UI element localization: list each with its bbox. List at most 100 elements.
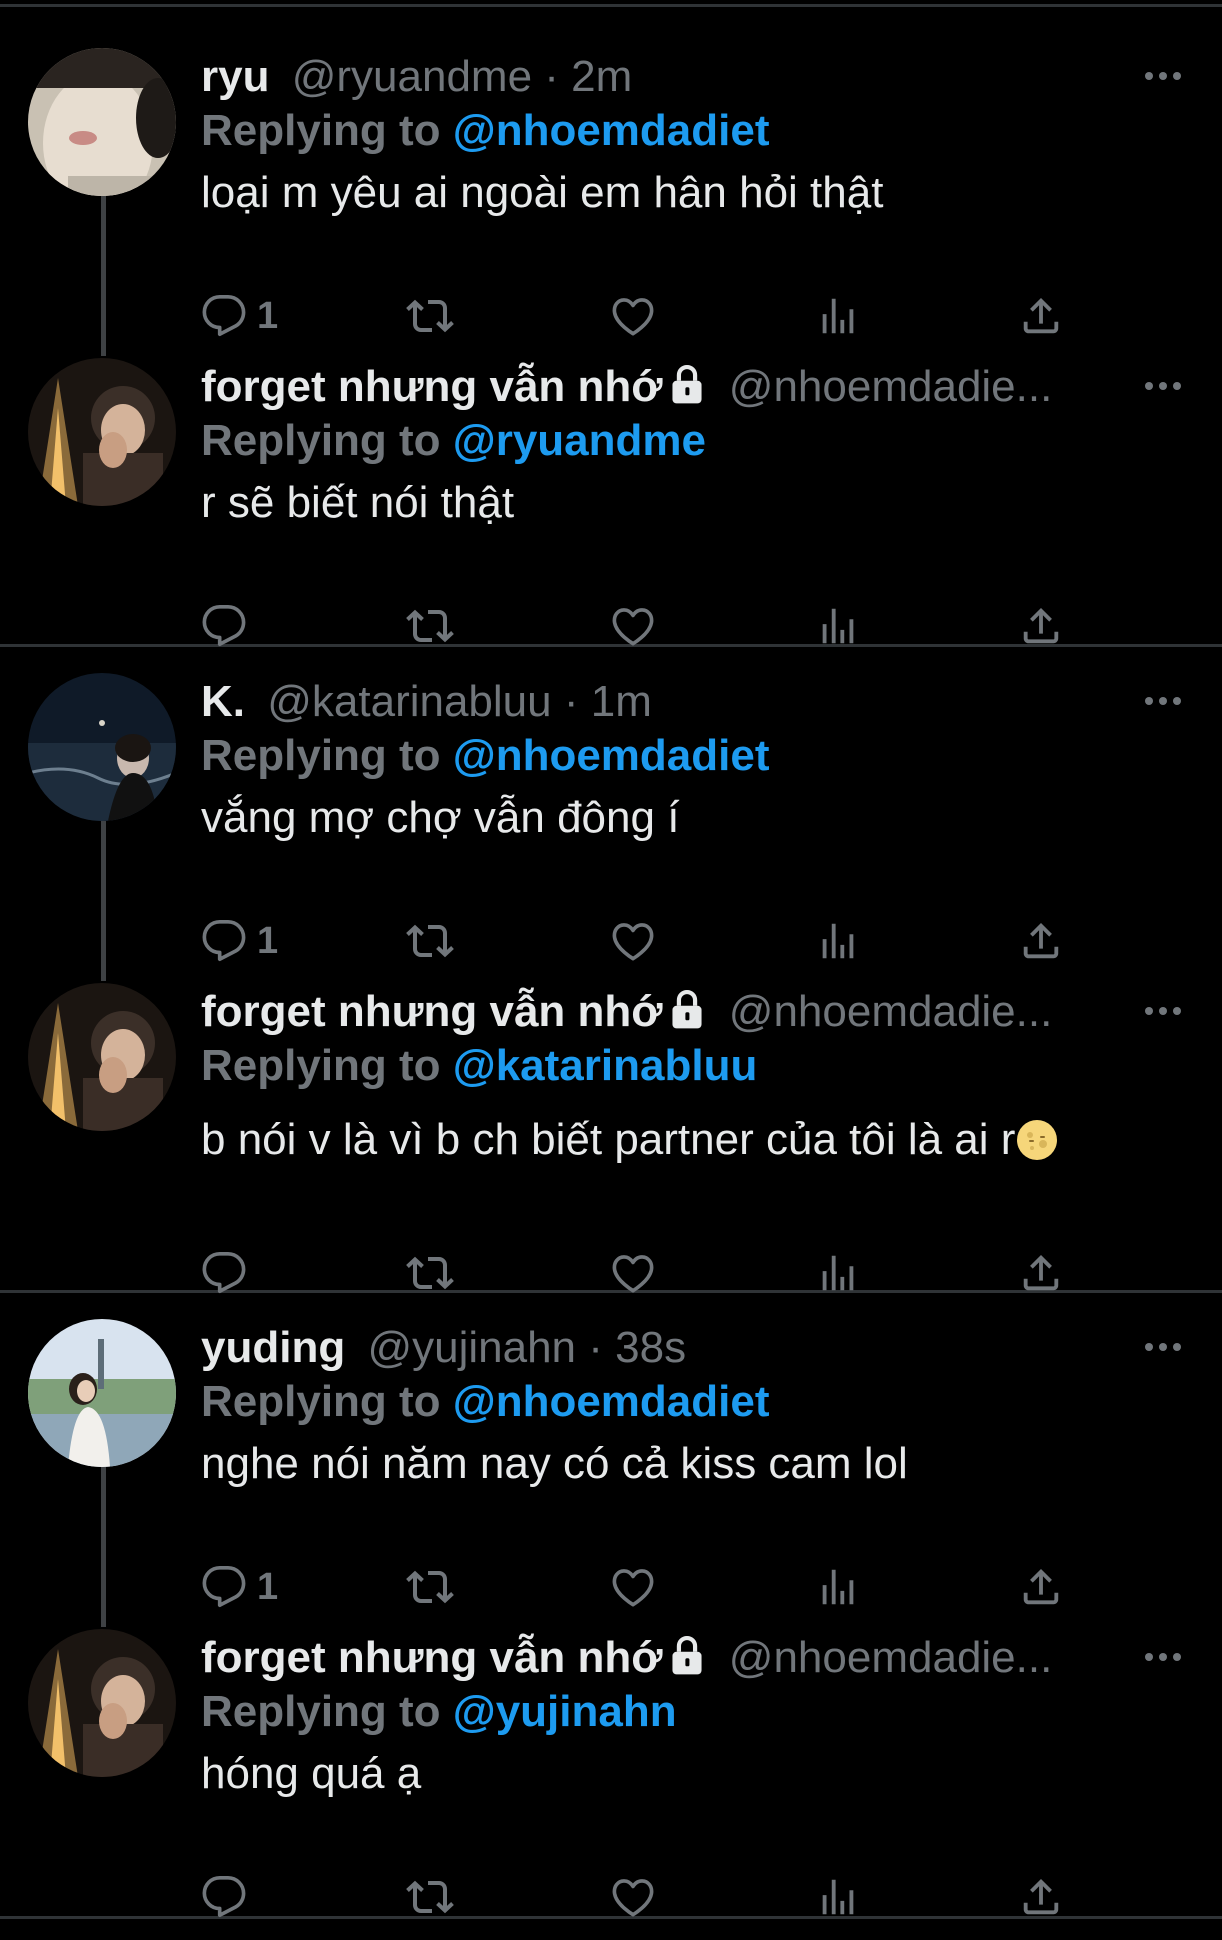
share-button[interactable] xyxy=(1018,1245,1064,1301)
heart-icon xyxy=(610,1874,656,1920)
like-button[interactable] xyxy=(610,1869,656,1925)
mention-link[interactable]: @nhoemdadiet xyxy=(453,106,770,155)
reply-icon xyxy=(201,918,247,964)
share-button[interactable] xyxy=(1018,913,1064,969)
reply-button[interactable] xyxy=(201,598,247,654)
avatar[interactable] xyxy=(28,983,176,1131)
retweet-button[interactable] xyxy=(406,288,454,344)
like-button[interactable] xyxy=(610,1245,656,1301)
reply-icon xyxy=(201,1250,247,1296)
mention-link[interactable]: @nhoemdadiet xyxy=(453,731,770,780)
username[interactable]: @nhoemdadie... xyxy=(729,987,1053,1036)
tweet[interactable]: forget nhưng vẫn nhớ @nhoemdadie... Repl… xyxy=(0,983,1222,1294)
share-button[interactable] xyxy=(1018,288,1064,344)
username[interactable]: @nhoemdadie... xyxy=(729,362,1053,411)
tweet-text: loại m yêu ai ngoài em hân hỏi thật xyxy=(201,168,884,217)
username[interactable]: @ryuandme xyxy=(292,52,532,101)
tweet-actions: 1 xyxy=(0,913,1222,969)
reply-button[interactable] xyxy=(201,1245,247,1301)
display-name[interactable]: forget nhưng vẫn nhớ xyxy=(201,987,663,1036)
tweet-text: hóng quá ạ xyxy=(201,1749,422,1798)
retweet-button[interactable] xyxy=(406,913,454,969)
tweet[interactable]: yuding @yujinahn · 38s Replying to @nhoe… xyxy=(0,1319,1222,1630)
timestamp[interactable]: 1m xyxy=(591,677,652,726)
views-button[interactable] xyxy=(815,288,861,344)
avatar[interactable] xyxy=(28,48,176,196)
avatar[interactable] xyxy=(28,673,176,821)
tweet-actions xyxy=(0,598,1222,654)
views-button[interactable] xyxy=(815,1559,861,1615)
views-button[interactable] xyxy=(815,598,861,654)
views-button[interactable] xyxy=(815,913,861,969)
views-icon xyxy=(815,918,861,964)
lock-icon xyxy=(672,365,702,404)
retweet-icon xyxy=(406,1563,454,1611)
replying-to: Replying to @katarinabluu xyxy=(201,1039,757,1093)
views-icon xyxy=(815,293,861,339)
more-options-button[interactable] xyxy=(1143,1337,1183,1357)
share-icon xyxy=(1018,918,1064,964)
views-button[interactable] xyxy=(815,1869,861,1925)
more-icon xyxy=(1145,1653,1181,1661)
display-name[interactable]: forget nhưng vẫn nhớ xyxy=(201,1633,663,1682)
views-button[interactable] xyxy=(815,1245,861,1301)
timestamp[interactable]: 38s xyxy=(615,1323,686,1372)
tweet-text: b nói v là vì b ch biết partner của tôi … xyxy=(201,1111,1059,1169)
display-name[interactable]: K. xyxy=(201,677,245,726)
reply-button[interactable] xyxy=(201,1869,247,1925)
more-options-button[interactable] xyxy=(1143,66,1183,86)
username[interactable]: @yujinahn xyxy=(367,1323,576,1372)
retweet-button[interactable] xyxy=(406,1559,454,1615)
heart-icon xyxy=(610,918,656,964)
replying-label: Replying to xyxy=(201,1377,441,1426)
like-button[interactable] xyxy=(610,598,656,654)
username[interactable]: @nhoemdadie... xyxy=(729,1633,1053,1682)
tweet[interactable]: ryu @ryuandme · 2m Replying to @nhoemdad… xyxy=(0,48,1222,359)
more-options-button[interactable] xyxy=(1143,691,1183,711)
retweet-button[interactable] xyxy=(406,1869,454,1925)
separator: · xyxy=(588,1323,603,1372)
like-button[interactable] xyxy=(610,1559,656,1615)
replying-label: Replying to xyxy=(201,106,441,155)
username[interactable]: @katarinabluu xyxy=(267,677,551,726)
mention-link[interactable]: @ryuandme xyxy=(453,416,706,465)
tweet-actions xyxy=(0,1869,1222,1925)
display-name[interactable]: ryu xyxy=(201,52,269,101)
like-button[interactable] xyxy=(610,288,656,344)
avatar[interactable] xyxy=(28,358,176,506)
timestamp[interactable]: 2m xyxy=(571,52,632,101)
display-name[interactable]: yuding xyxy=(201,1323,345,1372)
mention-link[interactable]: @yujinahn xyxy=(453,1687,677,1736)
mention-link[interactable]: @katarinabluu xyxy=(453,1041,758,1090)
display-name[interactable]: forget nhưng vẫn nhớ xyxy=(201,362,663,411)
reply-count: 1 xyxy=(257,294,279,337)
views-icon xyxy=(815,1874,861,1920)
avatar[interactable] xyxy=(28,1629,176,1777)
tweet-text: r sẽ biết nói thật xyxy=(201,478,515,527)
more-icon xyxy=(1145,697,1181,705)
share-button[interactable] xyxy=(1018,1869,1064,1925)
mention-link[interactable]: @nhoemdadiet xyxy=(453,1377,770,1426)
more-options-button[interactable] xyxy=(1143,1647,1183,1667)
like-button[interactable] xyxy=(610,913,656,969)
reply-button[interactable]: 1 xyxy=(201,288,278,344)
share-button[interactable] xyxy=(1018,598,1064,654)
tweet[interactable]: K. @katarinabluu · 1m Replying to @nhoem… xyxy=(0,673,1222,984)
separator: · xyxy=(563,677,579,726)
retweet-button[interactable] xyxy=(406,598,454,654)
reply-button[interactable]: 1 xyxy=(201,1559,278,1615)
tweet-actions: 1 xyxy=(0,1559,1222,1615)
more-options-button[interactable] xyxy=(1143,1001,1183,1021)
more-options-button[interactable] xyxy=(1143,376,1183,396)
share-icon xyxy=(1018,1564,1064,1610)
share-button[interactable] xyxy=(1018,1559,1064,1615)
tweet[interactable]: forget nhưng vẫn nhớ @nhoemdadie... Repl… xyxy=(0,358,1222,669)
avatar[interactable] xyxy=(28,1319,176,1467)
replying-label: Replying to xyxy=(201,1687,441,1736)
share-icon xyxy=(1018,603,1064,649)
reply-count: 1 xyxy=(257,919,279,962)
tweet[interactable]: forget nhưng vẫn nhớ @nhoemdadie... Repl… xyxy=(0,1629,1222,1940)
tweet-actions xyxy=(0,1245,1222,1301)
retweet-button[interactable] xyxy=(406,1245,454,1301)
reply-button[interactable]: 1 xyxy=(201,913,278,969)
